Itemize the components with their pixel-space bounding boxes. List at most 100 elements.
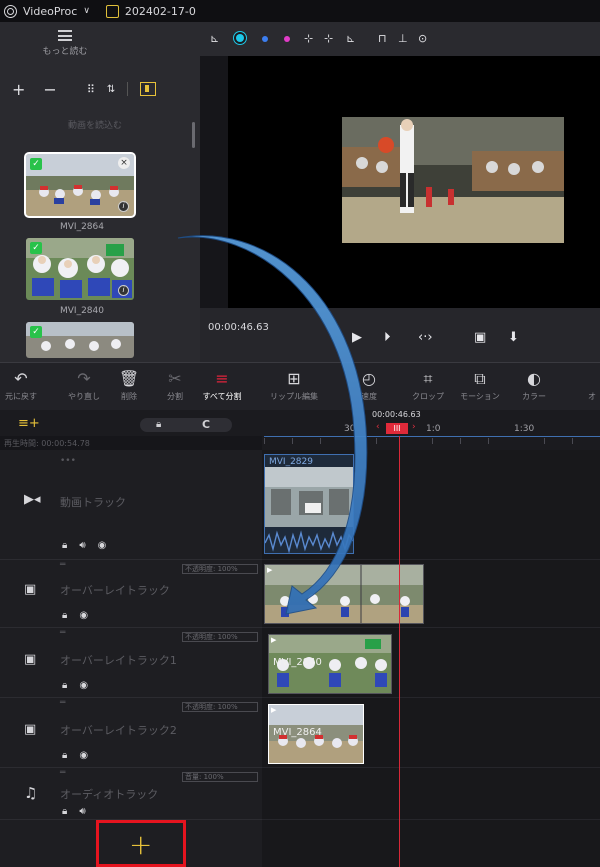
lock-icon[interactable]: 🔒︎ (156, 419, 161, 430)
sort-icon[interactable]: ⇅ (107, 84, 115, 95)
volume-icon[interactable]: 🔊︎ (79, 540, 85, 551)
undo-button[interactable]: ↶ 元に戻す (4, 369, 38, 402)
eye-icon[interactable]: ◉ (79, 680, 88, 691)
remove-media-icon[interactable]: − (43, 80, 56, 99)
overlay-track-lane[interactable]: ▶ (262, 560, 600, 628)
clip-label: MVI_2840 (273, 657, 322, 668)
lock-toggle[interactable]: 🔒︎ C (140, 418, 232, 432)
ripple-edit-label: リップル編集 (270, 392, 318, 401)
aspect-icon[interactable]: ⊾ (210, 32, 219, 45)
eye-icon[interactable]: ◉ (79, 750, 88, 761)
play-in-out-icon[interactable]: ⏵ (384, 330, 391, 345)
media-thumbnail[interactable]: ✓ (26, 322, 134, 358)
lock-icon[interactable]: 🔒︎ (62, 680, 67, 691)
ruler-label: 1:30 (514, 424, 535, 434)
audio-track-lane[interactable] (262, 768, 600, 820)
eye-icon[interactable]: ◉ (98, 540, 107, 551)
drag-handle-icon[interactable]: ═ (60, 628, 65, 638)
delete-button[interactable]: 🗑 削除 (114, 369, 144, 402)
drag-handle-icon[interactable]: ═ (60, 698, 65, 708)
more-menu-button[interactable]: もっと読む (0, 30, 130, 57)
speed-button[interactable]: ◴ 速度 (354, 369, 384, 402)
opacity-field[interactable]: 不透明度: 100% (182, 564, 258, 574)
chevron-down-icon[interactable]: ∨ (83, 6, 90, 16)
selected-check-icon: ✓ (30, 158, 42, 170)
load-video-hint[interactable]: 動画を読込む (0, 118, 190, 131)
crop-button[interactable]: ⌗ クロップ (408, 369, 448, 402)
grid-view-icon[interactable]: ⠿ (87, 83, 95, 96)
overlay-track-header[interactable]: ═ 不透明度: 100% ▣ オーバーレイトラック 🔒︎ ◉ (0, 560, 262, 628)
info-icon[interactable]: i (118, 201, 129, 212)
eye-icon[interactable]: ◉ (79, 610, 88, 621)
playhead-handle[interactable]: ‹ III › (376, 422, 420, 434)
lock-icon[interactable]: ⊓ (378, 32, 387, 45)
prev-next-frame-icon[interactable]: ‹·› (418, 330, 433, 345)
overlay-track-2-header[interactable]: ═ 不透明度: 100% ▣ オーバーレイトラック2 🔒︎ ◉ (0, 698, 262, 768)
drag-handle-icon[interactable]: ═ (60, 560, 65, 570)
snapshot-icon[interactable]: ▣ (474, 330, 486, 345)
add-track-icon[interactable]: ≡+ (18, 416, 40, 431)
more-dots-icon[interactable]: ••• (60, 456, 76, 466)
app-name[interactable]: VideoProc (23, 5, 77, 18)
save-icon[interactable] (105, 4, 119, 18)
timeline-clip[interactable]: ▶ MVI_2840 (268, 634, 392, 694)
color-button[interactable]: ◐ カラー (514, 369, 554, 402)
color-dot-blue-icon[interactable] (262, 31, 268, 45)
overlay-track-1-lane[interactable]: ▶ MVI_2840 (262, 628, 600, 698)
marker-icon[interactable]: ⊹ (304, 32, 313, 45)
timeline-clip[interactable]: ▶ (264, 564, 424, 624)
add-media-icon[interactable]: + (12, 80, 25, 99)
video-track-lane[interactable]: MVI_2829 (262, 450, 600, 560)
lock-icon[interactable]: 🔒︎ (62, 750, 67, 761)
ripple-edit-button[interactable]: ⊞ リップル編集 (264, 369, 324, 402)
add-track-button[interactable]: + (96, 820, 186, 867)
track-controls: 🔒︎ 🔊︎ (62, 806, 98, 817)
video-track-header[interactable]: ••• ▶◂ 動画トラック 🔒︎ 🔊︎ ◉ (0, 450, 262, 560)
volume-field[interactable]: 音量: 100% (182, 772, 258, 782)
lock-icon[interactable]: 🔒︎ (62, 610, 67, 621)
media-thumbnail[interactable]: ✓ × i (24, 152, 136, 218)
redo-button[interactable]: ↷ やり直し (64, 369, 104, 402)
total-duration: 再生時間: 00:00:54.78 (4, 439, 90, 448)
magnet-icon[interactable]: C (202, 418, 210, 431)
split-all-button[interactable]: ≡ すべて分割 (196, 369, 248, 402)
timeline-clip[interactable]: MVI_2829 (264, 454, 354, 554)
audio-track-header[interactable]: ═ 音量: 100% ♫ オーディオトラック 🔒︎ 🔊︎ (0, 768, 262, 820)
color-dot-cyan-icon[interactable] (236, 31, 244, 45)
opacity-field[interactable]: 不透明度: 100% (182, 632, 258, 642)
export-icon[interactable]: ⬇ (508, 330, 519, 345)
panel-toggle-icon[interactable] (140, 82, 157, 96)
overlay-track-icon: ▣ (24, 582, 37, 597)
clip-label: MVI_2864 (273, 727, 322, 738)
media-thumbnail[interactable]: ✓ i (26, 238, 134, 300)
info-icon[interactable]: i (118, 285, 129, 296)
preview-toolbar: ⊾ ⊹ ⊹ ⊾ ⊓ ⊥ ⊙ (200, 22, 600, 56)
marker-range-icon[interactable]: ⊹ (324, 32, 333, 45)
volume-icon[interactable]: 🔊︎ (79, 806, 85, 817)
playhead-line[interactable] (399, 436, 400, 867)
remove-item-icon[interactable]: × (118, 157, 130, 169)
chevron-right-icon[interactable]: › (412, 422, 416, 432)
timeline-clip[interactable]: ▶ MVI_2864 (268, 704, 364, 764)
color-dot-magenta-icon[interactable] (284, 31, 290, 45)
eye-icon[interactable]: ⊙ (418, 32, 427, 45)
lock-icon[interactable]: 🔒︎ (62, 806, 67, 817)
opacity-field[interactable]: 不透明度: 100% (182, 702, 258, 712)
overlay-track-2-lane[interactable]: ▶ MVI_2864 (262, 698, 600, 768)
overlay-track-1-header[interactable]: ═ 不透明度: 100% ▣ オーバーレイトラック1 🔒︎ ◉ (0, 628, 262, 698)
color-icon: ◐ (527, 369, 541, 388)
motion-button[interactable]: ⧉ モーション (454, 369, 506, 402)
clip-thumbnail (265, 565, 423, 623)
lock-icon[interactable]: 🔒︎ (62, 540, 67, 551)
playhead-grip-icon[interactable]: III (386, 423, 408, 434)
split-button[interactable]: ✂ 分割 (160, 369, 190, 402)
chevron-left-icon[interactable]: ‹ (376, 422, 380, 432)
snap-icon[interactable]: ⊾ (346, 32, 355, 45)
media-scrollbar[interactable] (192, 122, 195, 148)
ruler-label: 30 (344, 424, 356, 434)
play-icon[interactable]: ▶ (352, 330, 362, 345)
more-button[interactable]: オ (584, 369, 600, 402)
drag-handle-icon[interactable]: ═ (60, 768, 65, 778)
anchor-icon[interactable]: ⊥ (398, 32, 408, 45)
clip-flag-icon: ▶ (271, 706, 277, 714)
